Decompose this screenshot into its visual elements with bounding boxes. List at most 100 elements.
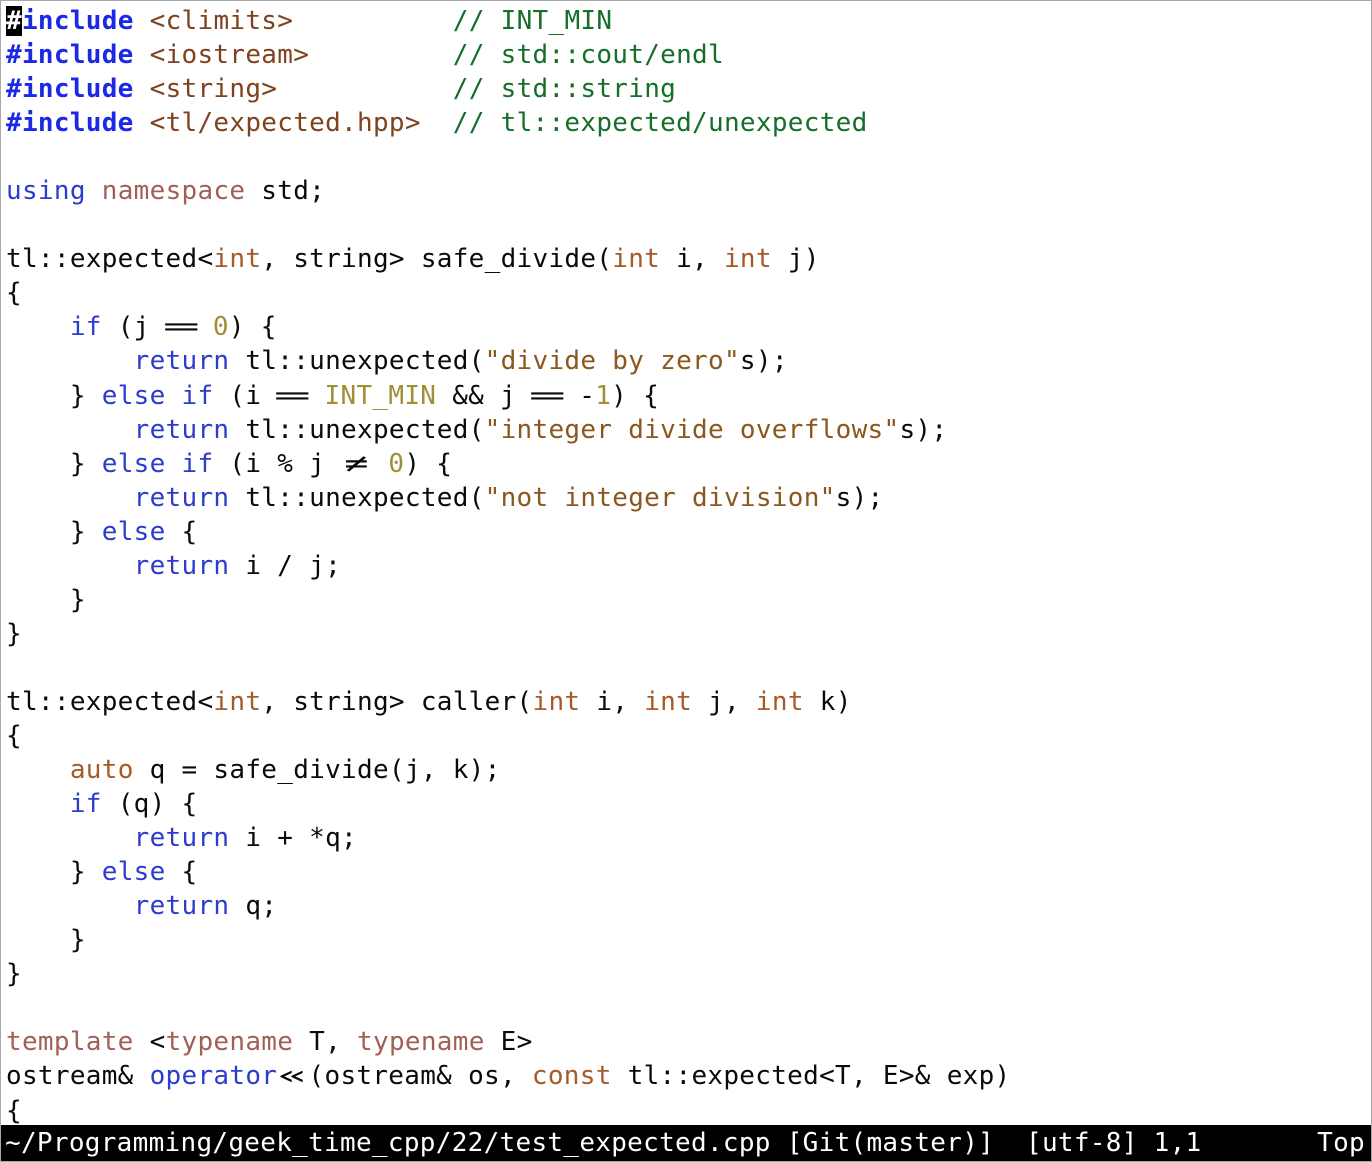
code-token: return (134, 415, 230, 445)
code-line[interactable]: #include <string> // std::string (6, 72, 1371, 106)
code-line[interactable] (6, 140, 1371, 174)
code-token: (i % j (213, 449, 341, 479)
code-line[interactable]: } (6, 957, 1371, 991)
code-line[interactable]: #include <iostream> // std::cout/endl (6, 38, 1371, 72)
code-line[interactable]: } (6, 617, 1371, 651)
code-token: { (6, 721, 22, 751)
code-line[interactable]: return tl::unexpected("divide by zero"s)… (6, 344, 1371, 378)
code-token: i / j; (229, 551, 341, 581)
code-line[interactable]: #include <climits> // INT_MIN (6, 4, 1371, 38)
code-token: if (182, 381, 214, 411)
code-token: s); (899, 415, 947, 445)
code-area[interactable]: #include <climits> // INT_MIN#include <i… (1, 1, 1371, 1125)
code-token: return (134, 483, 230, 513)
code-token: ostream& (6, 1061, 150, 1091)
code-token: // tl::expected/unexpected (453, 108, 868, 138)
code-line[interactable]: } (6, 583, 1371, 617)
code-line[interactable]: return i + *q; (6, 821, 1371, 855)
code-line[interactable]: } (6, 923, 1371, 957)
code-token: tl::expected<T, E>& exp) (612, 1061, 1011, 1091)
code-token: < (134, 1027, 166, 1057)
code-token (134, 40, 150, 70)
code-token (86, 176, 102, 206)
code-token: <string> (150, 74, 278, 104)
code-token (421, 108, 453, 138)
code-token: return (134, 551, 230, 581)
code-token (277, 74, 453, 104)
code-token: « (263, 1059, 322, 1093)
code-token: <iostream> (150, 40, 310, 70)
code-token (6, 755, 70, 785)
code-token: (ostream& os, (309, 1061, 532, 1091)
code-token: else (102, 517, 166, 547)
code-token: { (166, 857, 198, 887)
code-token: int (724, 244, 772, 274)
code-token: "integer divide overflows" (485, 415, 900, 445)
code-token: if (182, 449, 214, 479)
code-line[interactable]: auto q = safe_divide(j, k); (6, 753, 1371, 787)
code-token: return (134, 346, 230, 376)
code-token: } (6, 925, 86, 955)
code-line[interactable]: tl::expected<int, string> caller(int i, … (6, 685, 1371, 719)
code-token: ) { (611, 381, 659, 411)
code-token (6, 483, 134, 513)
code-token (166, 381, 182, 411)
code-token: int (213, 687, 261, 717)
vim-window: #include <climits> // INT_MIN#include <i… (0, 0, 1372, 1162)
code-token (293, 6, 453, 36)
code-token: <tl/expected.hpp> (150, 108, 421, 138)
code-token: i + *q; (229, 823, 357, 853)
code-token: , string> caller( (261, 687, 532, 717)
code-token: = (255, 379, 330, 413)
code-token: = (510, 379, 585, 413)
code-token: int (644, 687, 692, 717)
code-line[interactable]: tl::expected<int, string> safe_divide(in… (6, 242, 1371, 276)
code-line[interactable]: if (j = 0) { (6, 310, 1371, 344)
code-line[interactable]: return tl::unexpected("not integer divis… (6, 481, 1371, 515)
code-line[interactable]: using namespace std; (6, 174, 1371, 208)
code-token: #include (6, 40, 134, 70)
code-token (6, 891, 134, 921)
code-token: i, (660, 244, 724, 274)
code-token: <climits> (150, 6, 294, 36)
code-token: return (134, 823, 230, 853)
code-token: } (6, 959, 22, 989)
code-token: "divide by zero" (485, 346, 740, 376)
code-line[interactable]: } else { (6, 855, 1371, 889)
code-line[interactable]: } else if (i = INT_MIN && j = -1) { (6, 379, 1371, 413)
code-line[interactable]: { (6, 719, 1371, 753)
code-line[interactable]: if (q) { (6, 787, 1371, 821)
code-line[interactable] (6, 991, 1371, 1025)
code-line[interactable]: } else { (6, 515, 1371, 549)
code-token: s); (740, 346, 788, 376)
code-token: tl::unexpected( (229, 346, 484, 376)
code-line[interactable]: return tl::unexpected("integer divide ov… (6, 413, 1371, 447)
code-token: k) (804, 687, 852, 717)
code-line[interactable] (6, 651, 1371, 685)
code-token (134, 108, 150, 138)
code-token: int (612, 244, 660, 274)
code-token: } (6, 517, 102, 547)
code-token: = (144, 310, 219, 344)
code-token: 1 (595, 381, 611, 411)
code-line[interactable]: ostream& operator«(ostream& os, const tl… (6, 1059, 1371, 1093)
code-token: } (6, 449, 102, 479)
code-token: q; (229, 891, 277, 921)
code-line[interactable]: return i / j; (6, 549, 1371, 583)
code-line[interactable]: return q; (6, 889, 1371, 923)
code-line[interactable]: } else if (i % j ≠ 0) { (6, 447, 1371, 481)
code-line[interactable]: { (6, 1094, 1371, 1126)
code-token: tl::expected< (6, 244, 213, 274)
code-token: using (6, 176, 86, 206)
code-token: T, (293, 1027, 357, 1057)
code-token: s); (836, 483, 884, 513)
code-token (6, 789, 70, 819)
statusline: ~/Programming/geek_time_cpp/22/test_expe… (1, 1125, 1371, 1161)
code-line[interactable]: { (6, 276, 1371, 310)
code-line[interactable] (6, 208, 1371, 242)
code-line[interactable]: #include <tl/expected.hpp> // tl::expect… (6, 106, 1371, 140)
code-line[interactable]: template <typename T, typename E> (6, 1025, 1371, 1059)
code-token: ) { (404, 449, 452, 479)
code-token: (q) { (102, 789, 198, 819)
code-token (6, 312, 70, 342)
